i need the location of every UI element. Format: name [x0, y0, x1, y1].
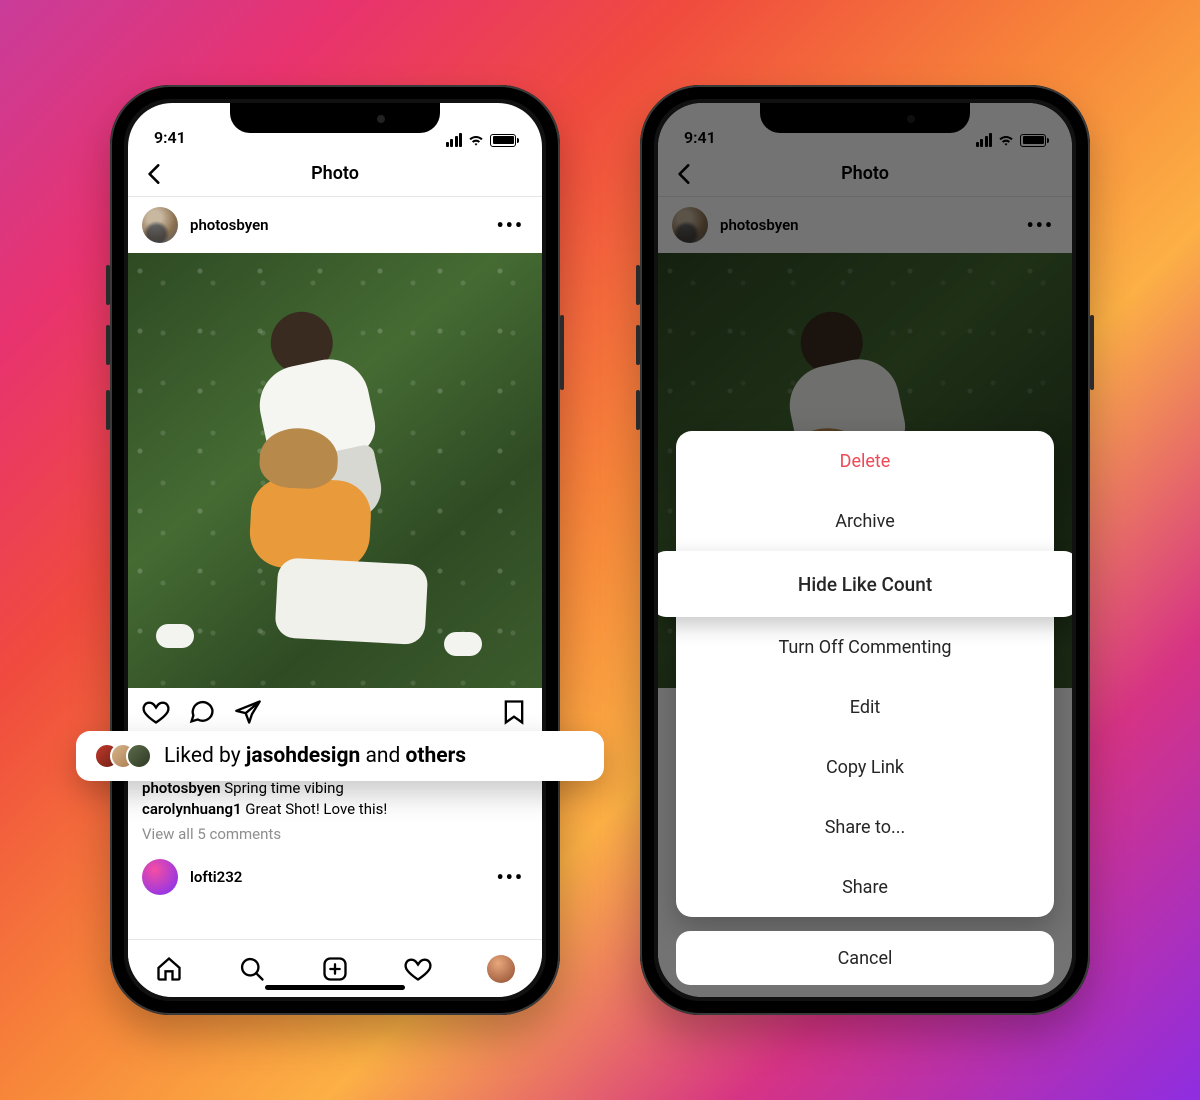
profile-tab-avatar[interactable] [487, 955, 515, 983]
view-all-comments[interactable]: View all 5 comments [142, 824, 528, 845]
notch [230, 103, 440, 133]
share-icon[interactable] [234, 698, 262, 726]
save-icon[interactable] [500, 698, 528, 726]
sheet-cancel-button[interactable]: Cancel [676, 931, 1054, 985]
home-icon[interactable] [155, 955, 183, 983]
phone-right: 9:41 Photo photosbyen ••• Delete Archiv [640, 85, 1090, 1015]
post-image[interactable] [128, 253, 542, 688]
sheet-item-share-to[interactable]: Share to... [676, 797, 1054, 857]
screen-right: 9:41 Photo photosbyen ••• Delete Archiv [658, 103, 1072, 997]
liker-avatars [94, 743, 152, 769]
sheet-item-copy-link[interactable]: Copy Link [676, 737, 1054, 797]
more-options-icon[interactable]: ••• [492, 861, 528, 893]
sheet-item-hide-like-count[interactable]: Hide Like Count [658, 551, 1072, 617]
page-title: Photo [311, 163, 359, 184]
activity-icon[interactable] [404, 955, 432, 983]
post-action-bar [128, 688, 542, 732]
cellular-icon [446, 133, 463, 147]
caption-text: Spring time vibing [221, 779, 344, 797]
comment-icon[interactable] [188, 698, 216, 726]
search-icon[interactable] [238, 955, 266, 983]
back-icon[interactable] [142, 161, 168, 187]
sheet-item-turn-off-comment[interactable]: Turn Off Commenting [676, 617, 1054, 677]
comment-row: carolynhuang1 Great Shot! Love this! [142, 799, 528, 820]
battery-icon [490, 134, 516, 147]
status-indicators [446, 133, 517, 147]
like-icon[interactable] [142, 698, 170, 726]
wifi-icon [467, 133, 485, 147]
status-time: 9:41 [154, 128, 186, 147]
action-sheet: Delete Archive Hide Like Count Turn Off … [676, 431, 1054, 917]
author-username[interactable]: photosbyen [190, 216, 480, 234]
likes-callout[interactable]: Liked by jasohdesign and others [76, 731, 604, 781]
post-header: photosbyen ••• [128, 197, 542, 253]
nav-header: Photo [128, 151, 542, 197]
more-options-icon[interactable]: ••• [492, 209, 528, 241]
sheet-item-delete[interactable]: Delete [676, 431, 1054, 491]
sheet-item-archive[interactable]: Archive [676, 491, 1054, 551]
sheet-item-share[interactable]: Share [676, 857, 1054, 917]
new-post-icon[interactable] [321, 955, 349, 983]
liked-by-text: Liked by jasohdesign and others [164, 744, 466, 768]
next-author-username[interactable]: lofti232 [190, 868, 480, 886]
phone-left: 9:41 Photo photosbyen ••• [110, 85, 560, 1015]
sheet-item-edit[interactable]: Edit [676, 677, 1054, 737]
screen-left: 9:41 Photo photosbyen ••• [128, 103, 542, 997]
author-avatar[interactable] [142, 207, 178, 243]
comment-author[interactable]: carolynhuang1 [142, 800, 242, 818]
next-post-header: lofti232 ••• [128, 845, 542, 895]
home-indicator [265, 985, 405, 990]
next-author-avatar[interactable] [142, 859, 178, 895]
comment-text: Great Shot! Love this! [242, 800, 388, 818]
caption-author[interactable]: photosbyen [142, 779, 221, 797]
